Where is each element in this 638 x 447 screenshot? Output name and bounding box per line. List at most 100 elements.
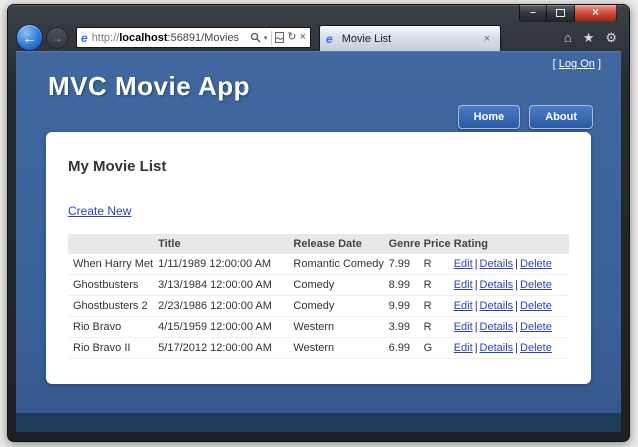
- url-text[interactable]: http://localhost:56891/Movies: [92, 32, 247, 44]
- price-cell: 6.99: [383, 337, 419, 359]
- movie-title-cell: Ghostbusters 2: [68, 295, 154, 317]
- column-header-blank: [68, 234, 154, 254]
- toolbar-right-icons: ⌂ ★ ⚙: [553, 31, 621, 44]
- tab-close-icon[interactable]: ×: [480, 33, 494, 45]
- logon-area: [ Log On ]: [553, 58, 601, 70]
- table-row: Ghostbusters 2 2/23/1986 12:00:00 AM Com…: [68, 295, 569, 317]
- column-header-genre: Genre: [383, 234, 420, 254]
- delete-link[interactable]: Delete: [520, 279, 552, 291]
- content-box: My Movie List Create New Title Release D…: [46, 132, 591, 384]
- column-header-release-date: Release Date: [288, 234, 384, 254]
- tab-title: Movie List: [341, 32, 392, 45]
- rating-cell: G: [418, 337, 449, 359]
- details-link[interactable]: Details: [480, 300, 514, 312]
- maximize-button[interactable]: [547, 5, 575, 22]
- back-button[interactable]: ←: [16, 24, 43, 51]
- actions-cell: Edit | Details | Delete: [448, 316, 569, 338]
- page-viewport: [ Log On ] MVC Movie App Home About My M…: [16, 51, 621, 432]
- genre-cell: Western: [288, 316, 384, 338]
- price-cell: 8.99: [383, 274, 419, 296]
- main-nav: Home About: [449, 105, 593, 129]
- ie-favicon: e: [81, 30, 88, 45]
- movie-title-cell: Ghostbusters: [68, 274, 154, 296]
- action-separator: |: [515, 258, 519, 270]
- close-button[interactable]: ×: [575, 5, 617, 22]
- browser-toolbar: ← → e http://localhost:56891/Movies ▾ ↻ …: [16, 24, 621, 51]
- genre-cell: Romantic Comedy: [288, 254, 384, 275]
- maximize-icon: [556, 9, 565, 17]
- column-header-rating: Rating: [448, 234, 569, 254]
- movie-title-cell: Rio Bravo II: [68, 337, 154, 359]
- favorites-star-icon[interactable]: ★: [583, 31, 595, 44]
- url-scheme: http://: [91, 31, 120, 44]
- details-link[interactable]: Details: [480, 279, 514, 291]
- release-date-cell: 3/13/1984 12:00:00 AM: [153, 274, 289, 296]
- logon-bracket-open: [: [552, 58, 556, 70]
- release-date-cell: 5/17/2012 12:00:00 AM: [153, 337, 289, 359]
- actions-cell: Edit | Details | Delete: [448, 295, 569, 317]
- movie-title-cell: Rio Bravo: [68, 316, 154, 338]
- action-separator: |: [474, 342, 478, 354]
- movie-table: Title Release Date Genre Price Rating Wh…: [68, 234, 569, 359]
- home-icon[interactable]: ⌂: [564, 31, 572, 44]
- genre-cell: Western: [288, 337, 384, 359]
- url-host: localhost: [119, 31, 168, 44]
- rating-cell: R: [418, 295, 449, 317]
- compatibility-view-icon[interactable]: [275, 32, 285, 43]
- movie-title-cell: When Harry Met Sally: [68, 254, 154, 275]
- action-separator: |: [515, 321, 519, 333]
- nav-about-button[interactable]: About: [529, 105, 593, 129]
- genre-cell: Comedy: [288, 274, 384, 296]
- address-divider: [271, 30, 273, 45]
- edit-link[interactable]: Edit: [454, 342, 473, 354]
- action-separator: |: [474, 300, 478, 312]
- release-date-cell: 4/15/1959 12:00:00 AM: [153, 316, 289, 338]
- nav-home-button[interactable]: Home: [457, 105, 521, 129]
- edit-link[interactable]: Edit: [454, 258, 473, 270]
- address-bar[interactable]: e http://localhost:56891/Movies ▾ ↻ ×: [76, 27, 311, 48]
- page-footer-band: [16, 413, 621, 432]
- browser-window: – × ← → e http://localhost:56891/Movies …: [7, 4, 630, 442]
- settings-gear-icon[interactable]: ⚙: [605, 31, 617, 44]
- search-dropdown-icon[interactable]: ▾: [264, 34, 268, 42]
- action-separator: |: [474, 279, 478, 291]
- details-link[interactable]: Details: [480, 321, 514, 333]
- create-new-link[interactable]: Create New: [68, 204, 131, 218]
- logon-link[interactable]: Log On: [559, 58, 595, 70]
- delete-link[interactable]: Delete: [520, 258, 552, 270]
- price-cell: 9.99: [383, 295, 419, 317]
- rating-cell: R: [418, 316, 449, 338]
- table-row: Rio Bravo II 5/17/2012 12:00:00 AM Weste…: [68, 337, 569, 359]
- url-path: :56891/Movies: [167, 31, 240, 44]
- column-header-title: Title: [153, 234, 289, 254]
- table-header-row: Title Release Date Genre Price Rating: [68, 234, 569, 254]
- refresh-icon[interactable]: ↻: [287, 32, 296, 43]
- details-link[interactable]: Details: [480, 258, 514, 270]
- edit-link[interactable]: Edit: [454, 321, 473, 333]
- page-title: My Movie List: [68, 158, 167, 175]
- price-cell: 7.99: [383, 254, 419, 275]
- action-separator: |: [515, 342, 519, 354]
- details-link[interactable]: Details: [480, 342, 514, 354]
- rating-cell: R: [418, 254, 449, 275]
- search-icon[interactable]: [250, 32, 261, 43]
- price-cell: 3.99: [383, 316, 419, 338]
- app-title: MVC Movie App: [48, 71, 250, 101]
- delete-link[interactable]: Delete: [520, 300, 552, 312]
- delete-link[interactable]: Delete: [520, 321, 552, 333]
- table-row: Rio Bravo 4/15/1959 12:00:00 AM Western …: [68, 316, 569, 338]
- action-separator: |: [474, 258, 478, 270]
- table-row: When Harry Met Sally 1/11/1989 12:00:00 …: [68, 254, 569, 275]
- actions-cell: Edit | Details | Delete: [448, 337, 569, 359]
- logon-bracket-close: ]: [597, 58, 601, 70]
- delete-link[interactable]: Delete: [520, 342, 552, 354]
- edit-link[interactable]: Edit: [454, 279, 473, 291]
- actions-cell: Edit | Details | Delete: [448, 254, 569, 275]
- release-date-cell: 1/11/1989 12:00:00 AM: [153, 254, 289, 275]
- forward-button[interactable]: →: [46, 26, 68, 49]
- edit-link[interactable]: Edit: [454, 300, 473, 312]
- stop-icon[interactable]: ×: [300, 32, 306, 43]
- minimize-button[interactable]: –: [519, 5, 547, 22]
- table-row: Ghostbusters 3/13/1984 12:00:00 AM Comed…: [68, 274, 569, 296]
- browser-tab-movie-list[interactable]: e Movie List ×: [319, 25, 501, 51]
